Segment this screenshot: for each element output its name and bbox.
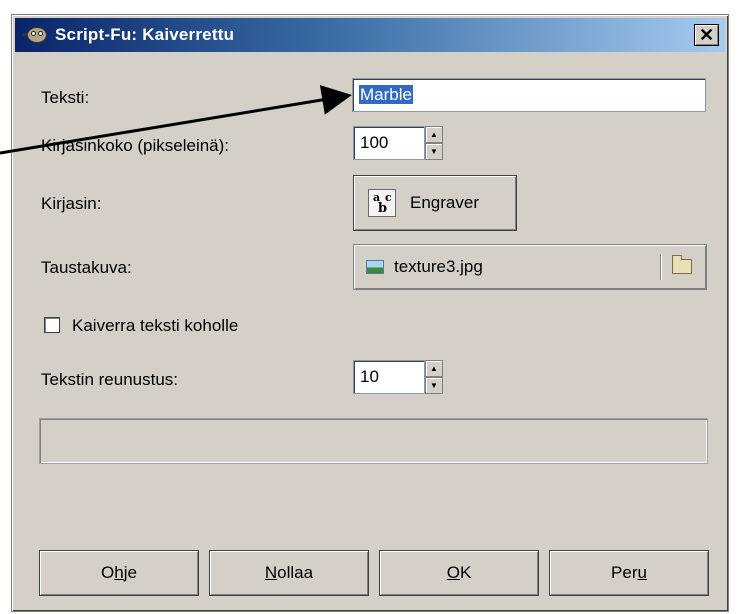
ok-label-post: K — [459, 563, 472, 582]
text-border-arrows: ▲ ▼ — [425, 360, 443, 394]
progress-bar — [39, 418, 708, 464]
reset-label-post: ollaa — [277, 563, 314, 582]
spin-down-icon[interactable]: ▼ — [425, 143, 443, 160]
text-input[interactable]: Marble — [352, 78, 706, 112]
help-button[interactable]: Oh je — [39, 550, 199, 596]
font-size-label: Kirjasinkoko (pikseleinä): — [41, 136, 230, 155]
text-label: Teksti: — [41, 88, 90, 107]
cancel-mnemonic: u — [637, 563, 647, 582]
help-mnemonic: h — [114, 563, 124, 582]
engrave-raised-label[interactable]: Kaiverra teksti koholle — [72, 316, 238, 336]
font-icon-glyph-b: b — [378, 201, 388, 216]
cancel-label-pre: Per — [611, 563, 638, 582]
font-icon: a c b — [368, 189, 396, 217]
font-size-input[interactable]: 100 — [353, 126, 425, 160]
font-label: Kirjasin: — [41, 194, 102, 213]
spin-up-icon[interactable]: ▲ — [425, 126, 443, 143]
help-label-pre: O — [101, 563, 115, 582]
font-name: Engraver — [410, 193, 479, 212]
folder-icon — [672, 255, 692, 274]
font-size-arrows: ▲ ▼ — [425, 126, 443, 160]
text-border-input[interactable]: 10 — [353, 360, 425, 394]
cancel-button[interactable]: Per u — [549, 550, 709, 596]
text-border-label: Tekstin reunustus: — [41, 370, 179, 389]
spin-down-icon[interactable]: ▼ — [425, 377, 443, 394]
gimp-icon-face — [27, 27, 47, 43]
gimp-icon-eye-left — [31, 31, 36, 36]
background-label: Taustakuva: — [41, 258, 132, 277]
script-fu-dialog: Script-Fu: Kaiverrettu ✕ Teksti: Marble … — [11, 14, 729, 612]
close-icon: ✕ — [698, 25, 715, 45]
close-button[interactable]: ✕ — [694, 24, 719, 46]
engrave-raised-checkbox[interactable] — [44, 317, 60, 333]
image-icon — [366, 260, 384, 274]
ok-mnemonic: O — [446, 563, 460, 582]
text-border-spinner[interactable]: 10 ▲ ▼ — [353, 360, 443, 394]
reset-mnemonic: N — [264, 563, 278, 582]
ok-button[interactable]: OK — [379, 550, 539, 596]
background-filename: texture3.jpg — [394, 257, 483, 276]
background-file-chooser[interactable]: texture3.jpg — [353, 244, 707, 290]
reset-button[interactable]: Nollaa — [209, 550, 369, 596]
window-title: Script-Fu: Kaiverrettu — [55, 25, 235, 44]
help-label-post: je — [123, 563, 137, 582]
gimp-icon — [23, 24, 49, 46]
title-bar[interactable]: Script-Fu: Kaiverrettu ✕ — [15, 18, 725, 52]
font-select-button[interactable]: a c b Engraver — [353, 175, 517, 231]
spin-up-icon[interactable]: ▲ — [425, 360, 443, 377]
file-chooser-separator — [660, 254, 662, 280]
text-input-value: Marble — [359, 85, 413, 104]
font-size-spinner[interactable]: 100 ▲ ▼ — [353, 126, 443, 160]
gimp-icon-eye-right — [38, 31, 43, 36]
